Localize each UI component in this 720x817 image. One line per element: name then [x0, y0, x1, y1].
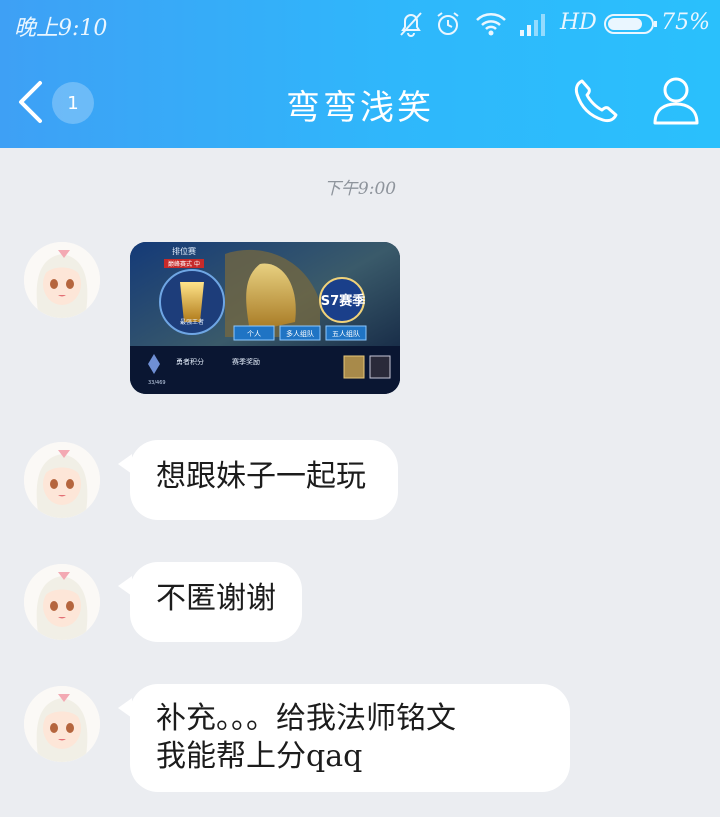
game-btn-single: 个人 [247, 330, 261, 338]
alarm-icon [437, 12, 459, 35]
game-screenshot-message[interactable]: S7赛季 排位赛 巅峰赛式 中 最强王者 个人 多人组队 五人组队 勇者积分 3… [130, 242, 400, 394]
status-time: 晚上9:10 [14, 16, 108, 41]
contact-avatar[interactable] [24, 442, 100, 518]
profile-button[interactable] [650, 73, 702, 127]
message-text: 想跟妹子一起玩 [156, 459, 366, 494]
message-text: 不匿谢谢 [156, 581, 276, 616]
message-bubble[interactable]: 不匿谢谢 [118, 562, 302, 642]
message-text-line: 补充。。。给我法师铭文 [156, 701, 456, 736]
phone-icon [574, 79, 618, 123]
anime-girl-avatar-icon [24, 242, 100, 318]
battery-icon [604, 14, 657, 34]
message-timestamp: 下午9:00 [323, 179, 397, 199]
game-ranked-screen: S7赛季 排位赛 巅峰赛式 中 最强王者 个人 多人组队 五人组队 勇者积分 3… [130, 242, 400, 394]
game-mode-tag: 巅峰赛式 中 [168, 260, 200, 268]
rank-name: 最强王者 [180, 319, 204, 326]
score-value: 33/469 [148, 380, 166, 386]
contact-avatar[interactable] [24, 242, 100, 318]
game-btn-five: 五人组队 [332, 329, 360, 338]
status-bar: 晚上9:10 HD 75% [0, 0, 720, 48]
mute-bell-icon [400, 12, 422, 37]
anime-girl-avatar-icon [24, 442, 100, 518]
message-bubble[interactable]: 想跟妹子一起玩 [118, 440, 398, 520]
score-label: 勇者积分 [176, 357, 204, 366]
nav-bar: 1 弯弯浅笑 [0, 60, 720, 140]
network-label: HD [560, 10, 597, 35]
message-text-line: 我能帮上分qaq [156, 739, 363, 774]
season-badge: S7赛季 [321, 293, 365, 309]
call-button[interactable] [570, 75, 622, 127]
message-bubble[interactable]: 补充。。。给我法师铭文 我能帮上分qaq [118, 684, 570, 792]
contact-avatar[interactable] [24, 564, 100, 640]
reward-label: 赛季奖励 [232, 357, 260, 366]
wifi-icon [476, 13, 506, 36]
game-mode-title: 排位赛 [172, 246, 196, 256]
chat-header: 晚上9:10 HD 75% 1 弯弯浅笑 [0, 0, 720, 148]
contact-avatar[interactable] [24, 686, 100, 762]
anime-girl-avatar-icon [24, 686, 100, 762]
game-btn-group: 多人组队 [286, 329, 314, 338]
person-icon [653, 77, 699, 125]
anime-girl-avatar-icon [24, 564, 100, 640]
signal-icon [520, 14, 545, 36]
battery-percent: 75% [661, 10, 710, 35]
